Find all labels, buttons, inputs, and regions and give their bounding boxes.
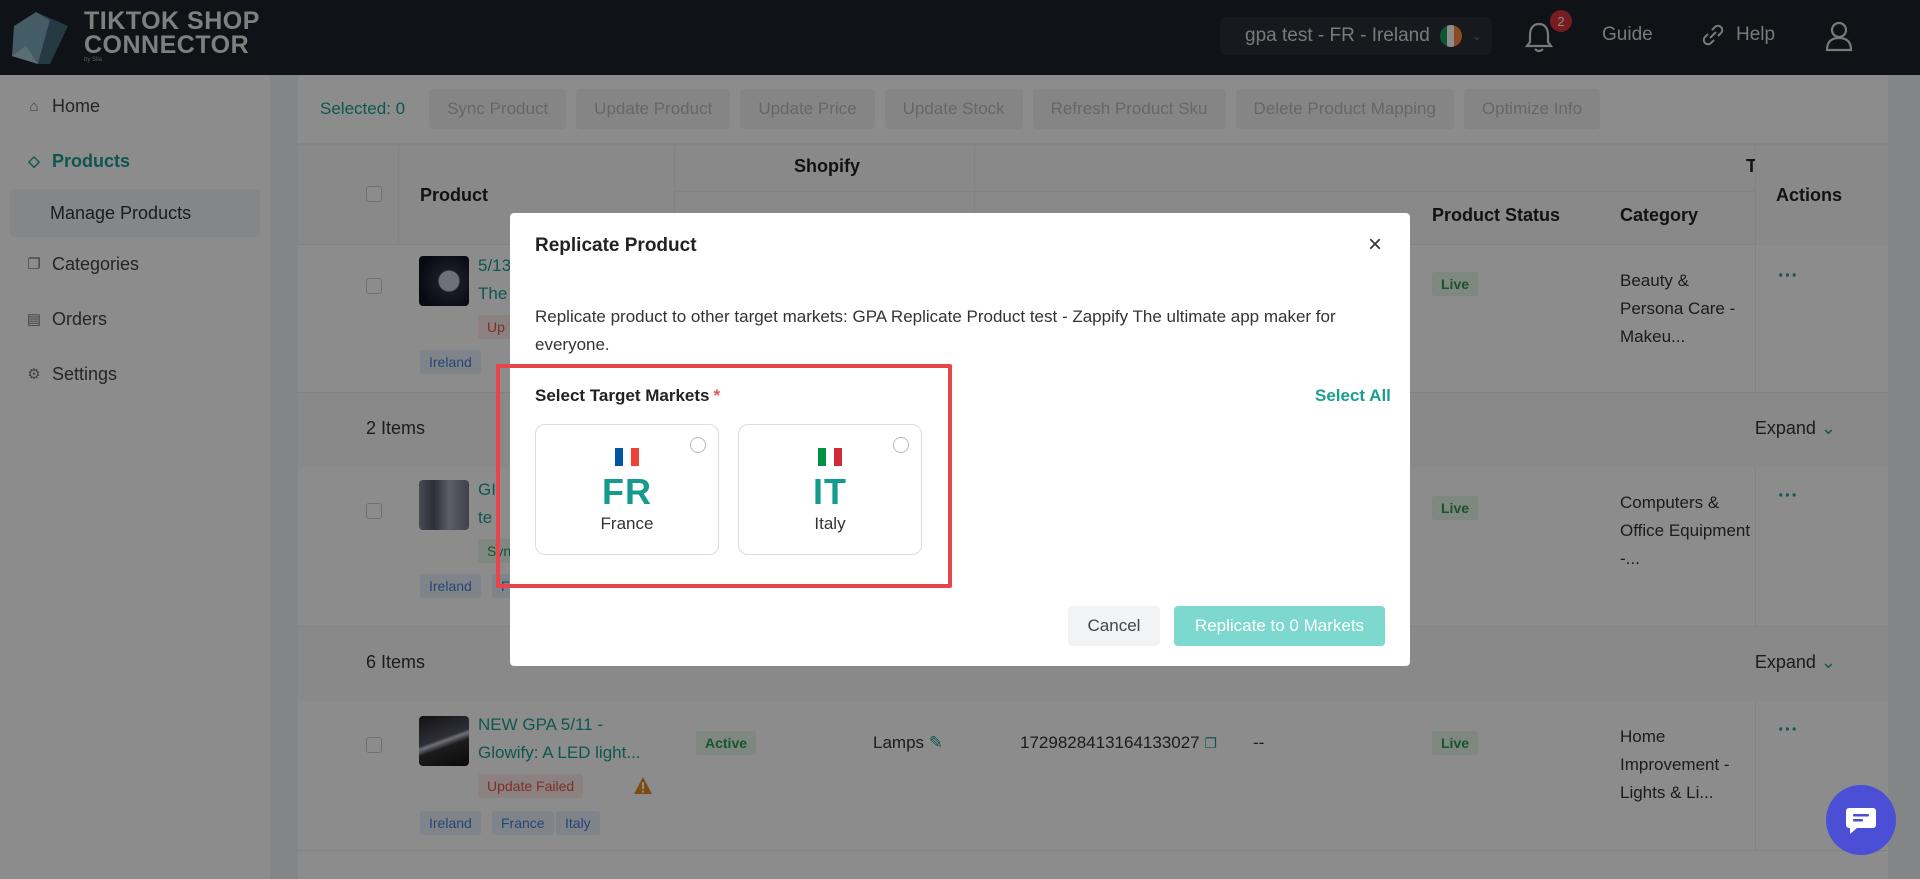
dialog-description: Replicate product to other target market… [535,307,1336,354]
highlight-box [496,364,952,588]
replicate-button[interactable]: Replicate to 0 Markets [1174,606,1385,646]
chat-icon [1846,808,1876,834]
chat-widget-button[interactable] [1826,785,1896,855]
select-all-link[interactable]: Select All [1315,386,1391,406]
cancel-button[interactable]: Cancel [1068,606,1160,646]
dialog-title: Replicate Product [535,235,697,256]
close-icon[interactable]: × [1368,231,1382,259]
